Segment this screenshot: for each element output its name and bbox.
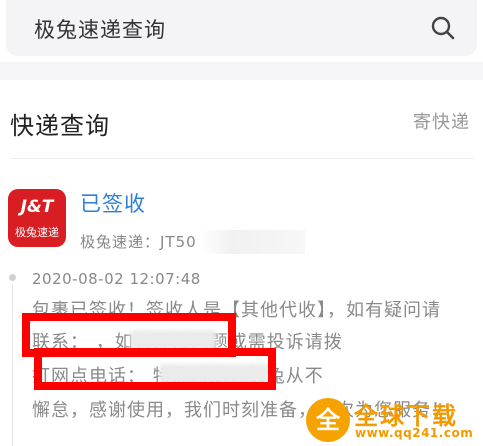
divider [10, 158, 473, 159]
search-icon[interactable] [430, 15, 456, 41]
timeline-dot [9, 274, 16, 281]
delivery-status: 已签收 [80, 192, 146, 216]
event-timestamp: 2020-08-02 12:07:48 [32, 270, 201, 288]
jt-express-logo: J&T 极兔速递 [8, 189, 66, 247]
send-express-link[interactable]: 寄快递 [413, 108, 470, 134]
search-header: 极兔速递查询 [0, 0, 483, 62]
highlight-box [34, 348, 276, 390]
express-query-card: 快递查询 寄快递 J&T 极兔速递 已签收 极兔速递：JT50 2020-08-… [0, 80, 483, 446]
search-query[interactable]: 极兔速递查询 [34, 14, 166, 44]
watermark-logo-icon: 全 [306, 398, 350, 442]
section-title: 快递查询 [10, 112, 110, 140]
section-gap [0, 62, 483, 80]
tracking-number: 极兔速递：JT50 [80, 233, 197, 251]
timeline-line [12, 284, 13, 446]
search-bar[interactable]: 极兔速递查询 [6, 0, 477, 56]
redaction-blur [200, 230, 305, 254]
watermark-url: www.qq241.com [355, 426, 474, 440]
logo-caption: 极兔速递 [15, 226, 59, 239]
logo-wordmark: J&T [20, 197, 54, 217]
